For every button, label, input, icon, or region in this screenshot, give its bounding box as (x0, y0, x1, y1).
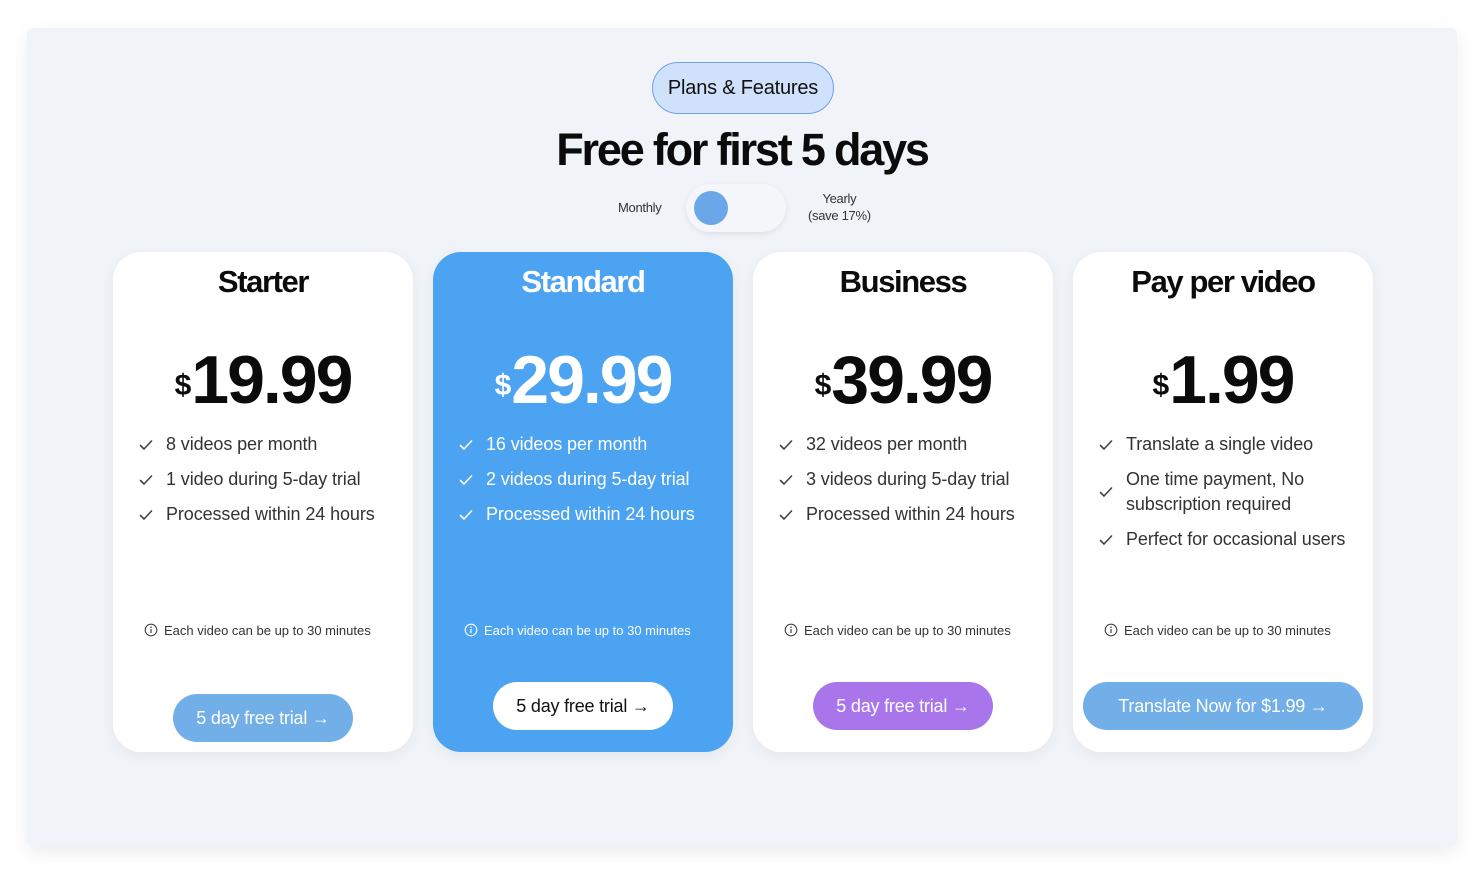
check-icon (779, 509, 793, 520)
plan-name: Starter (217, 264, 310, 299)
video-length-note: Each video can be up to 30 minutes (144, 622, 393, 639)
feature-list: 32 videos per month 3 videos during 5-da… (779, 432, 1039, 537)
feature-item: Processed within 24 hours (459, 502, 719, 527)
info-icon (784, 623, 798, 637)
feature-item: 2 videos during 5-day trial (459, 467, 719, 492)
feature-list: 16 videos per month 2 videos during 5-da… (459, 432, 719, 537)
video-length-note: Each video can be up to 30 minutes (464, 622, 713, 639)
currency-symbol: $ (174, 369, 192, 402)
check-icon (1099, 487, 1113, 497)
check-icon (459, 509, 473, 520)
page-title: Free for first 5 days (556, 124, 930, 175)
translate-now-button[interactable]: Translate Now for $1.99 → (1083, 682, 1363, 730)
plan-card-pay-per-video: Pay per video $1.99 Translate a single v… (1073, 252, 1373, 752)
feature-item: Translate a single video (1099, 432, 1359, 457)
plan-name: Pay per video (1131, 264, 1316, 299)
feature-item: Perfect for occasional users (1099, 527, 1359, 552)
plans-features-badge: Plans & Features (652, 62, 834, 114)
feature-item: Processed within 24 hours (139, 502, 399, 527)
plan-card-starter: Starter $19.99 8 videos per month 1 vide… (113, 252, 413, 752)
feature-item: Processed within 24 hours (779, 502, 1039, 527)
start-trial-button-standard[interactable]: 5 day free trial → (493, 682, 673, 730)
billing-toggle-group: Monthly Yearly (save 17%) (0, 182, 1484, 236)
feature-item: 1 video during 5-day trial (139, 467, 399, 492)
plan-price: $19.99 (113, 340, 413, 420)
video-length-note: Each video can be up to 30 minutes (784, 622, 1033, 639)
feature-list: 8 videos per month 1 video during 5-day … (139, 432, 399, 537)
billing-toggle[interactable] (686, 184, 786, 232)
start-trial-button-starter[interactable]: 5 day free trial → (173, 694, 353, 742)
yearly-label-text: Yearly (822, 191, 857, 206)
feature-item: 8 videos per month (139, 432, 399, 457)
video-length-note: Each video can be up to 30 minutes (1104, 622, 1353, 639)
feature-item: 3 videos during 5-day trial (779, 467, 1039, 492)
plan-name: Business (839, 264, 968, 299)
plan-card-standard: Standard $29.99 16 videos per month 2 vi… (433, 252, 733, 752)
info-icon (1104, 623, 1118, 637)
price-amount: 39.99 (831, 342, 993, 418)
feature-item: One time payment, No subscription requir… (1099, 467, 1359, 517)
check-icon (139, 474, 153, 485)
check-icon (1099, 439, 1113, 450)
check-icon (459, 474, 473, 485)
check-icon (139, 509, 153, 520)
price-amount: 29.99 (511, 342, 673, 418)
plan-card-business: Business $39.99 32 videos per month 3 vi… (753, 252, 1053, 752)
price-amount: 1.99 (1169, 342, 1295, 418)
plan-price: $29.99 (433, 340, 733, 420)
currency-symbol: $ (494, 369, 512, 402)
plan-name: Standard (521, 264, 646, 299)
check-icon (779, 474, 793, 485)
check-icon (779, 439, 793, 450)
toggle-knob[interactable] (694, 191, 728, 225)
yearly-label[interactable]: Yearly (save 17%) (808, 190, 871, 224)
yearly-savings-note: (save 17%) (808, 208, 871, 223)
check-icon (459, 439, 473, 450)
check-icon (139, 439, 153, 450)
start-trial-button-business[interactable]: 5 day free trial → (813, 682, 993, 730)
price-amount: 19.99 (191, 342, 353, 418)
currency-symbol: $ (814, 369, 832, 402)
info-icon (464, 623, 478, 637)
currency-symbol: $ (1152, 369, 1169, 402)
plan-price: $1.99 (1073, 340, 1373, 420)
feature-item: 16 videos per month (459, 432, 719, 457)
feature-list: Translate a single video One time paymen… (1099, 432, 1359, 562)
info-icon (144, 623, 158, 637)
plan-price: $39.99 (753, 340, 1053, 420)
feature-item: 32 videos per month (779, 432, 1039, 457)
monthly-label[interactable]: Monthly (618, 200, 662, 215)
check-icon (1099, 534, 1113, 545)
